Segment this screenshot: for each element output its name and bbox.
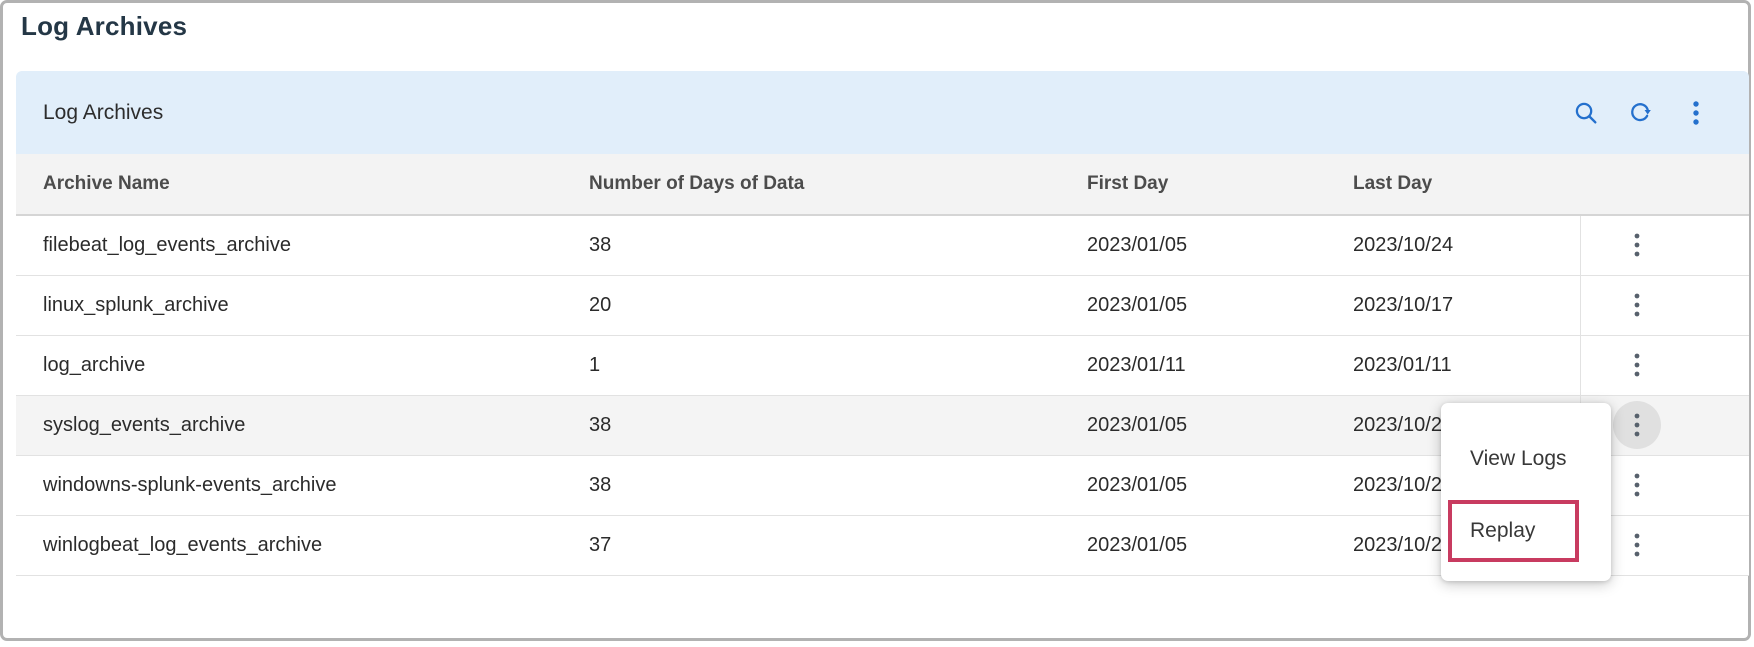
- last-day-cell: 2023/10/2: [1353, 396, 1442, 455]
- kebab-icon: [1634, 413, 1640, 437]
- days-cell: 20: [589, 276, 611, 335]
- table-row: filebeat_log_events_archive 38 2023/01/0…: [16, 216, 1749, 276]
- menu-item-replay[interactable]: Replay: [1470, 515, 1535, 547]
- column-header-last-day: Last Day: [1353, 154, 1432, 214]
- row-kebab-menu-button[interactable]: [1613, 281, 1661, 329]
- row-actions-cell: [1580, 216, 1749, 275]
- first-day-cell: 2023/01/05: [1087, 276, 1187, 335]
- row-kebab-menu-button[interactable]: [1613, 461, 1661, 509]
- refresh-icon[interactable]: [1627, 100, 1653, 126]
- search-icon[interactable]: [1573, 100, 1599, 126]
- last-day-cell: 2023/01/11: [1353, 336, 1452, 395]
- kebab-icon: [1634, 233, 1640, 257]
- kebab-icon: [1634, 473, 1640, 497]
- column-header-first-day: First Day: [1087, 154, 1168, 214]
- page-title: Log Archives: [21, 11, 187, 42]
- menu-item-view-logs[interactable]: View Logs: [1470, 443, 1567, 475]
- first-day-cell: 2023/01/05: [1087, 396, 1187, 455]
- archive-name-cell: windowns-splunk-events_archive: [43, 456, 336, 515]
- panel-header-title: Log Archives: [43, 71, 163, 154]
- row-actions-cell: [1580, 276, 1749, 335]
- column-header-archive-name: Archive Name: [43, 154, 170, 214]
- row-kebab-menu-button[interactable]: [1613, 221, 1661, 269]
- last-day-cell: 2023/10/2: [1353, 456, 1442, 515]
- days-cell: 38: [589, 216, 611, 275]
- row-actions-cell: [1580, 336, 1749, 395]
- first-day-cell: 2023/01/05: [1087, 456, 1187, 515]
- panel-header: Log Archives: [16, 71, 1749, 154]
- table-row: log_archive 1 2023/01/11 2023/01/11: [16, 336, 1749, 396]
- days-cell: 1: [589, 336, 600, 395]
- first-day-cell: 2023/01/05: [1087, 216, 1187, 275]
- archive-name-cell: log_archive: [43, 336, 145, 395]
- last-day-cell: 2023/10/17: [1353, 276, 1453, 335]
- first-day-cell: 2023/01/11: [1087, 336, 1186, 395]
- column-header-number-of-days: Number of Days of Data: [589, 154, 804, 214]
- last-day-cell: 2023/10/24: [1353, 216, 1453, 275]
- panel-kebab-menu-icon[interactable]: [1683, 100, 1709, 126]
- archive-name-cell: linux_splunk_archive: [43, 276, 229, 335]
- row-kebab-menu-button[interactable]: [1613, 341, 1661, 389]
- days-cell: 37: [589, 516, 611, 575]
- archive-name-cell: winlogbeat_log_events_archive: [43, 516, 322, 575]
- table-row: linux_splunk_archive 20 2023/01/05 2023/…: [16, 276, 1749, 336]
- app-window: Log Archives Log Archives Archi: [0, 0, 1751, 641]
- first-day-cell: 2023/01/05: [1087, 516, 1187, 575]
- table-header-row: Archive Name Number of Days of Data Firs…: [16, 154, 1749, 216]
- kebab-icon: [1634, 353, 1640, 377]
- row-kebab-menu-button[interactable]: [1613, 521, 1661, 569]
- last-day-cell: 2023/10/2: [1353, 516, 1442, 575]
- days-cell: 38: [589, 456, 611, 515]
- kebab-icon: [1634, 533, 1640, 557]
- row-kebab-menu-button-active[interactable]: [1613, 401, 1661, 449]
- row-context-menu: View Logs Replay: [1441, 403, 1611, 581]
- days-cell: 38: [589, 396, 611, 455]
- archive-name-cell: syslog_events_archive: [43, 396, 245, 455]
- archive-name-cell: filebeat_log_events_archive: [43, 216, 291, 275]
- kebab-icon: [1634, 293, 1640, 317]
